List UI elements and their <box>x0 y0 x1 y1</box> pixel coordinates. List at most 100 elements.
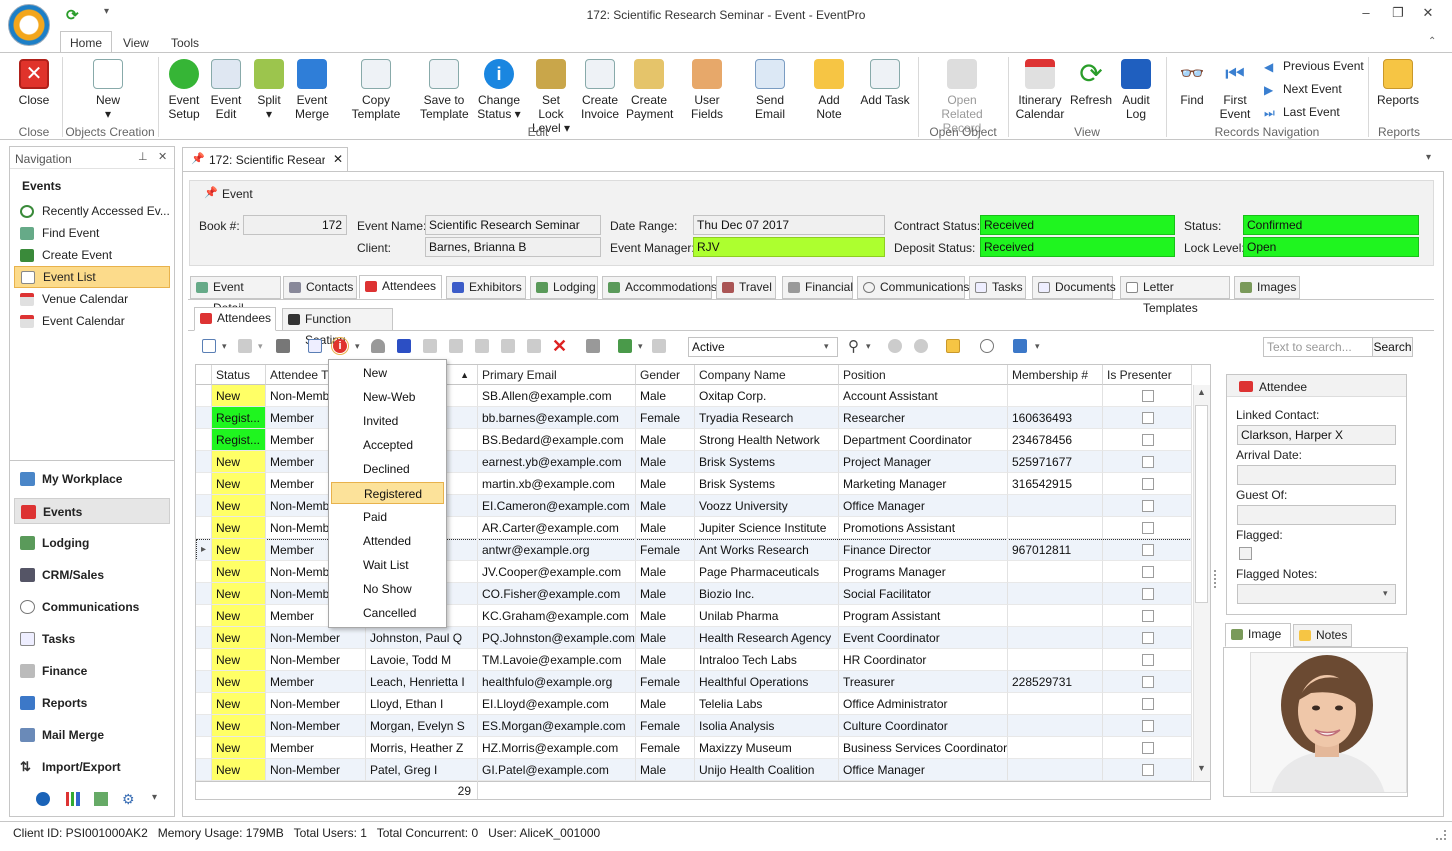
search-icon[interactable] <box>980 339 994 353</box>
is-presenter-checkbox[interactable] <box>1142 588 1154 600</box>
flagged-notes-select[interactable] <box>1237 584 1396 604</box>
edit-record-icon[interactable] <box>308 339 322 353</box>
chart-icon[interactable] <box>66 792 80 806</box>
tab-lodging[interactable]: Lodging <box>530 276 598 299</box>
is-presenter-checkbox[interactable] <box>1142 676 1154 688</box>
is-presenter-checkbox[interactable] <box>1142 544 1154 556</box>
row-indicator[interactable] <box>196 473 212 495</box>
globe-icon[interactable] <box>36 792 50 806</box>
add-note-button[interactable]: Add Note <box>804 59 854 121</box>
table-row[interactable]: New Non-Member Morgan, Evelyn S ES.Morgan@e… <box>196 715 1192 737</box>
print-tool-icon[interactable] <box>501 339 515 353</box>
scroll-up-icon[interactable]: ▲ <box>1197 387 1206 397</box>
close-tab-icon[interactable]: ✕ <box>333 152 343 166</box>
nav-item-event-list[interactable]: Event List <box>14 266 170 288</box>
set-lock-level-button[interactable]: Set Lock Level ▾ <box>528 59 574 135</box>
tab-tasks[interactable]: Tasks <box>969 276 1026 299</box>
nav-item-create-event[interactable]: Create Event <box>14 245 170 265</box>
table-row[interactable]: New Member Morris, Heather Z HZ.Morris@exam… <box>196 737 1192 759</box>
clear-filter-icon[interactable] <box>888 339 902 353</box>
row-indicator[interactable] <box>196 385 212 407</box>
table-row[interactable]: New Non-Member Lloyd, Ethan I EI.Lloyd@exam… <box>196 693 1192 715</box>
reset-icon[interactable] <box>914 339 928 353</box>
deposit-status-field[interactable]: Received <box>980 237 1175 257</box>
next-event-button[interactable]: ▶ Next Event <box>1264 82 1342 97</box>
change-status-icon[interactable]: i <box>331 337 349 355</box>
column-header-company-name[interactable]: Company Name <box>695 365 839 385</box>
tab-notes[interactable]: Notes <box>1293 624 1352 647</box>
itinerary-calendar-button[interactable]: Itinerary Calendar <box>1014 59 1066 121</box>
close-window-icon[interactable]: ✕ <box>1420 6 1436 20</box>
row-indicator[interactable] <box>196 451 212 473</box>
nav-item-find-event[interactable]: Find Event <box>14 223 170 243</box>
client-field[interactable]: Barnes, Brianna B <box>425 237 601 257</box>
export-dropdown-icon[interactable]: ▾ <box>638 341 643 352</box>
new-record-icon[interactable] <box>202 339 216 353</box>
funnel-icon[interactable]: ⚲ <box>848 337 859 355</box>
print-dropdown-icon[interactable]: ▾ <box>1035 341 1040 352</box>
table-row[interactable]: New Member Leach, Henrietta Ihealthfulo@ex… <box>196 671 1192 693</box>
column-chooser-icon[interactable] <box>652 339 666 353</box>
delete-icon[interactable]: ✕ <box>552 336 567 357</box>
status-menu-item[interactable]: Accepted <box>331 434 444 456</box>
delete-records-icon[interactable] <box>276 339 290 353</box>
column-header-is-presenter[interactable]: Is Presenter <box>1103 365 1192 385</box>
scroll-down-icon[interactable]: ▼ <box>1197 763 1206 773</box>
is-presenter-checkbox[interactable] <box>1142 720 1154 732</box>
book-number-field[interactable]: 172 <box>243 215 347 235</box>
subtab-function-seating[interactable]: Function Seating <box>282 308 393 347</box>
tab-financial[interactable]: Financial <box>782 276 853 299</box>
linked-contact-field[interactable]: Clarkson, Harper X <box>1237 425 1396 445</box>
module-crm-sales[interactable]: CRM/Sales <box>14 562 170 588</box>
column-header-position[interactable]: Position <box>839 365 1008 385</box>
arrival-date-field[interactable] <box>1237 465 1396 485</box>
open-related-record-button[interactable]: Open Related Record <box>926 59 998 135</box>
is-presenter-checkbox[interactable] <box>1142 742 1154 754</box>
is-presenter-checkbox[interactable] <box>1142 456 1154 468</box>
status-field[interactable]: Confirmed <box>1243 215 1419 235</box>
tab-travel[interactable]: Travel <box>716 276 776 299</box>
nav-item-event-calendar[interactable]: Event Calendar <box>14 311 170 331</box>
is-presenter-checkbox[interactable] <box>1142 764 1154 776</box>
search-input[interactable]: Text to search... <box>1263 337 1373 357</box>
is-presenter-checkbox[interactable] <box>1142 434 1154 446</box>
send-email-button[interactable]: Send Email <box>742 59 798 121</box>
is-presenter-checkbox[interactable] <box>1142 566 1154 578</box>
module-finance[interactable]: Finance <box>14 658 170 684</box>
lodging-tool-icon[interactable] <box>423 339 437 353</box>
contact-icon[interactable] <box>371 339 385 353</box>
search-button[interactable]: Search <box>1372 337 1413 357</box>
is-presenter-checkbox[interactable] <box>1142 522 1154 534</box>
clipboard-tool-icon[interactable] <box>527 339 541 353</box>
column-header-gender[interactable]: Gender <box>636 365 695 385</box>
row-indicator[interactable] <box>196 495 212 517</box>
event-manager-field[interactable]: RJV <box>693 237 885 257</box>
new-button[interactable]: New ▾ <box>88 59 128 121</box>
change-status-dropdown-icon[interactable]: ▾ <box>355 341 360 352</box>
status-menu-item[interactable]: Attended <box>331 530 444 552</box>
event-name-field[interactable]: Scientific Research Seminar <box>425 215 601 235</box>
column-header-primary-email[interactable]: Primary Email <box>478 365 636 385</box>
filter-dropdown-icon[interactable]: ▾ <box>824 341 829 352</box>
status-menu-item[interactable]: New <box>331 362 444 384</box>
status-menu-item[interactable]: New-Web <box>331 386 444 408</box>
tab-view[interactable]: View <box>123 36 149 50</box>
splitter-handle[interactable] <box>1214 570 1216 588</box>
module-import-export[interactable]: ⇅ Import/Export <box>14 754 170 780</box>
row-indicator[interactable] <box>196 407 212 429</box>
date-range-field[interactable]: Thu Dec 07 2017 <box>693 215 885 235</box>
row-indicator[interactable] <box>196 605 212 627</box>
is-presenter-checkbox[interactable] <box>1142 632 1154 644</box>
is-presenter-checkbox[interactable] <box>1142 654 1154 666</box>
layout-icon[interactable] <box>586 339 600 353</box>
status-menu-item[interactable]: Invited <box>331 410 444 432</box>
row-indicator[interactable] <box>196 627 212 649</box>
document-tab[interactable]: 📌 172: Scientific Research ✕ <box>182 147 348 171</box>
last-event-button[interactable]: ⏭ Last Event <box>1264 105 1340 120</box>
export-grid-icon[interactable] <box>618 339 632 353</box>
row-indicator[interactable] <box>196 715 212 737</box>
split-button[interactable]: Split ▾ <box>250 59 288 121</box>
audit-log-button[interactable]: Audit Log <box>1118 59 1154 121</box>
find-button[interactable]: 👓 Find <box>1174 59 1210 107</box>
settings-icon[interactable]: ⚙ <box>122 792 136 806</box>
